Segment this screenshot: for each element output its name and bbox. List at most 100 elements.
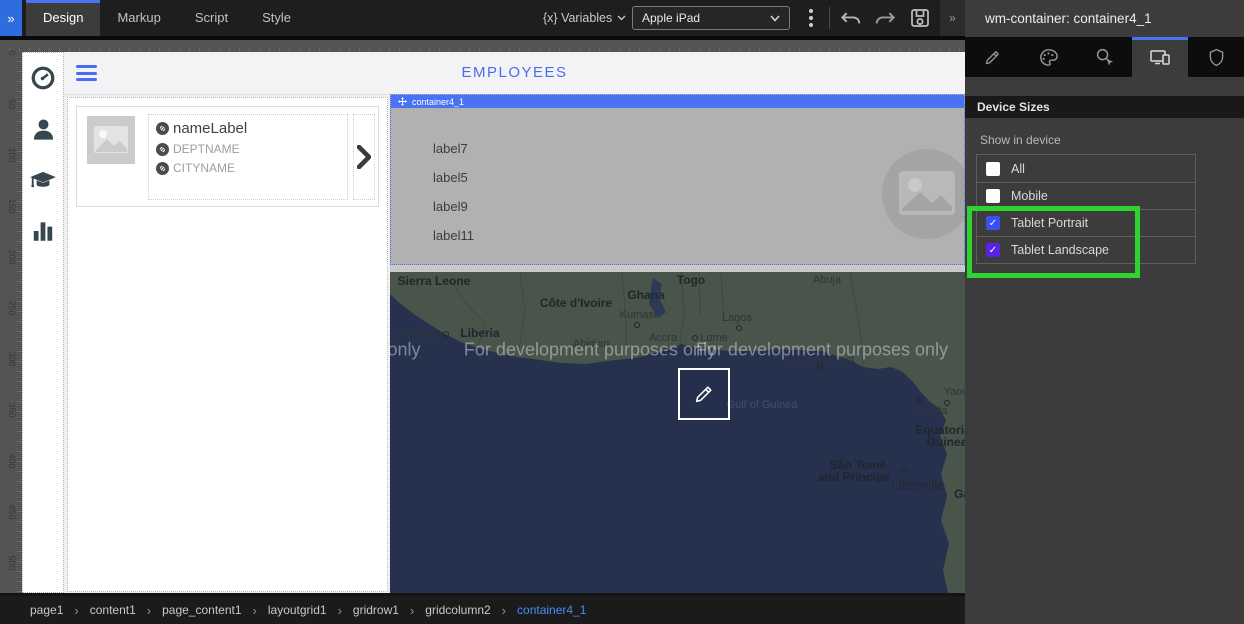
ruler-label: 400 bbox=[7, 452, 17, 470]
selected-widget-tag[interactable]: container4_1 bbox=[391, 95, 964, 108]
preview-left-nav bbox=[22, 52, 64, 593]
undo-icon[interactable] bbox=[838, 7, 864, 29]
breadcrumb-item-layoutgrid1[interactable]: layoutgrid1 bbox=[268, 603, 327, 617]
vertical-ruler: 050100150200250300350400450500 bbox=[0, 52, 22, 596]
employee-list-widget[interactable]: nameLabel DEPTNAME CITYNAME bbox=[67, 97, 388, 592]
container-label-label5[interactable]: label5 bbox=[433, 170, 474, 185]
ruler-label: 200 bbox=[7, 248, 17, 266]
device-label: Mobile bbox=[1011, 189, 1048, 203]
expand-sidebar-button[interactable]: » bbox=[0, 0, 22, 36]
ruler-label: 150 bbox=[7, 197, 17, 215]
preview-page-header: EMPLOYEES bbox=[64, 52, 965, 95]
breadcrumb-item-gridcolumn2[interactable]: gridcolumn2 bbox=[425, 603, 490, 617]
device-row-all[interactable]: All bbox=[977, 155, 1195, 182]
show-in-device-label: Show in device bbox=[980, 133, 1061, 147]
toolbar-separator bbox=[829, 7, 830, 29]
binding-icon bbox=[156, 143, 169, 156]
device-label: Tablet Landscape bbox=[1011, 243, 1109, 257]
name-label: nameLabel bbox=[173, 120, 247, 137]
chevron-down-icon bbox=[617, 15, 626, 21]
toolbar-tab-markup[interactable]: Markup bbox=[100, 0, 177, 36]
redo-icon[interactable] bbox=[872, 7, 898, 29]
top-toolbar: » DesignMarkupScriptStyle {x} Variables … bbox=[0, 0, 965, 36]
breadcrumb-item-page_content1[interactable]: page_content1 bbox=[162, 603, 241, 617]
ruler-label: 450 bbox=[7, 503, 17, 521]
move-icon bbox=[398, 97, 407, 106]
tab-styles[interactable] bbox=[1021, 37, 1077, 77]
map-city-marker bbox=[817, 363, 823, 369]
bar-chart-icon[interactable] bbox=[29, 217, 57, 245]
map-city-marker bbox=[736, 325, 742, 331]
breadcrumb-separator: › bbox=[74, 603, 78, 618]
toolbar-tab-style[interactable]: Style bbox=[245, 0, 308, 36]
device-row-mobile[interactable]: Mobile bbox=[977, 182, 1195, 209]
map-city-marker bbox=[634, 322, 640, 328]
tab-markup[interactable] bbox=[965, 37, 1021, 77]
container-separator bbox=[390, 265, 965, 272]
toolbar-tab-script[interactable]: Script bbox=[178, 0, 245, 36]
city-label-row[interactable]: CITYNAME bbox=[156, 161, 347, 175]
ruler-label: 500 bbox=[7, 554, 17, 572]
device-checkbox-list: AllMobile✓Tablet Portrait✓Tablet Landsca… bbox=[976, 154, 1196, 264]
list-item-labels: nameLabel DEPTNAME CITYNAME bbox=[148, 114, 348, 200]
name-label-row[interactable]: nameLabel bbox=[156, 120, 347, 137]
collapse-panel-button[interactable]: » bbox=[940, 0, 965, 36]
checkbox-tablet-landscape[interactable]: ✓ bbox=[986, 243, 1000, 257]
checkbox-mobile[interactable] bbox=[986, 189, 1000, 203]
person-icon[interactable] bbox=[29, 115, 57, 143]
tab-events[interactable] bbox=[1077, 37, 1133, 77]
container-labels: label7 label5 label9 label11 bbox=[433, 141, 474, 257]
breadcrumb-item-page1[interactable]: page1 bbox=[30, 603, 63, 617]
horizontal-ruler bbox=[0, 40, 965, 52]
breadcrumb-item-content1[interactable]: content1 bbox=[90, 603, 136, 617]
tab-device-sizes[interactable] bbox=[1132, 37, 1188, 77]
inspector-tab-bar bbox=[965, 37, 1244, 77]
dashboard-icon[interactable] bbox=[29, 64, 57, 92]
edit-widget-button[interactable] bbox=[678, 368, 730, 420]
breadcrumb-separator: › bbox=[338, 603, 342, 618]
image-placeholder-icon bbox=[882, 149, 965, 239]
breadcrumb-separator: › bbox=[253, 603, 257, 618]
dept-label: DEPTNAME bbox=[173, 142, 240, 156]
graduation-cap-icon[interactable] bbox=[29, 166, 57, 194]
city-label: CITYNAME bbox=[173, 161, 235, 175]
container-label-label9[interactable]: label9 bbox=[433, 199, 474, 214]
device-sizes-section-header: Device Sizes bbox=[965, 96, 1244, 118]
ruler-label: 0 bbox=[7, 44, 17, 62]
chevron-right-icon bbox=[357, 145, 371, 169]
variables-menu-button[interactable]: {x} Variables bbox=[543, 0, 626, 36]
ruler-label: 100 bbox=[7, 146, 17, 164]
tab-security[interactable] bbox=[1188, 37, 1244, 77]
more-options-button[interactable] bbox=[803, 8, 819, 28]
map-city-marker bbox=[944, 400, 950, 406]
preview-device-select[interactable]: Apple iPad bbox=[632, 6, 790, 30]
save-icon[interactable] bbox=[908, 6, 932, 30]
ruler-label: 50 bbox=[7, 95, 17, 113]
checkbox-tablet-portrait[interactable]: ✓ bbox=[986, 216, 1000, 230]
page-title: EMPLOYEES bbox=[64, 64, 965, 81]
toolbar-tab-design[interactable]: Design bbox=[26, 0, 100, 36]
container4-widget[interactable]: container4_1 label7 label5 label9 label11 bbox=[390, 94, 965, 265]
ruler-label: 300 bbox=[7, 350, 17, 368]
variables-label: {x} Variables bbox=[543, 11, 612, 25]
ruler-label: 250 bbox=[7, 299, 17, 317]
map-city-marker bbox=[663, 348, 669, 354]
breadcrumb-item-gridrow1[interactable]: gridrow1 bbox=[353, 603, 399, 617]
container-label-label7[interactable]: label7 bbox=[433, 141, 474, 156]
breadcrumb-separator: › bbox=[502, 603, 506, 618]
image-placeholder-icon bbox=[87, 116, 135, 164]
device-row-tablet-landscape[interactable]: ✓ Tablet Landscape bbox=[977, 236, 1195, 263]
breadcrumb-item-container4_1[interactable]: container4_1 bbox=[517, 603, 586, 617]
checkbox-all[interactable] bbox=[986, 162, 1000, 176]
list-item[interactable]: nameLabel DEPTNAME CITYNAME bbox=[76, 106, 379, 207]
container-label-label11[interactable]: label11 bbox=[433, 228, 474, 243]
map-landmass bbox=[390, 272, 965, 593]
editor-mode-tabs: DesignMarkupScriptStyle bbox=[26, 0, 308, 36]
map-city-marker bbox=[916, 397, 922, 403]
dept-label-row[interactable]: DEPTNAME bbox=[156, 142, 347, 156]
map-city-marker bbox=[692, 335, 698, 341]
device-row-tablet-portrait[interactable]: ✓Tablet Portrait bbox=[977, 209, 1195, 236]
google-map-widget[interactable]: Sierra LeoneCôte d'IvoireGhanaTogoAbujaK… bbox=[390, 272, 965, 593]
list-item-chevron-box[interactable] bbox=[353, 114, 375, 200]
properties-panel: wm-container: container4_1 bbox=[965, 0, 1244, 624]
